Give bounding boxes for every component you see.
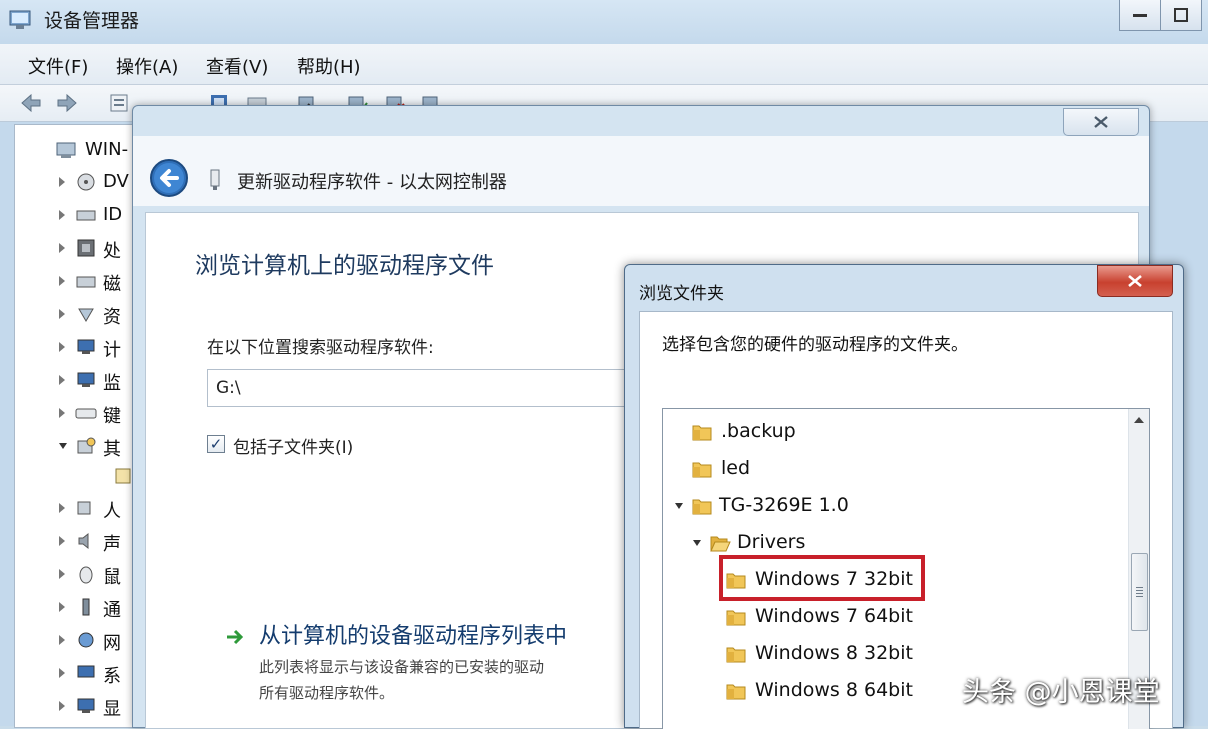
window-controls <box>1119 0 1202 31</box>
keyboard-icon <box>75 408 97 419</box>
forward-arrow-icon[interactable] <box>56 92 78 114</box>
properties-icon[interactable] <box>108 92 130 114</box>
dialog-close-button[interactable] <box>1097 265 1173 297</box>
menu-file[interactable]: 文件(F) <box>28 53 88 79</box>
include-subfolders-checkbox[interactable]: ✓ <box>207 435 225 453</box>
folder-icon <box>726 684 746 700</box>
browse-folder-dialog: 浏览文件夹 选择包含您的硬件的驱动程序的文件夹。 .backup led TG-… <box>624 264 1184 729</box>
tree-root-label: WIN- <box>85 139 129 160</box>
mouse-icon <box>79 566 93 584</box>
usb-icon <box>82 598 90 616</box>
network-adapter-icon <box>78 632 94 648</box>
maximize-icon <box>1174 8 1188 22</box>
device-manager-app-icon <box>9 10 31 29</box>
menu-help[interactable]: 帮助(H) <box>297 53 361 79</box>
close-icon <box>1128 275 1142 287</box>
close-icon <box>1094 116 1108 128</box>
watermark: 头条 @小恩课堂 <box>962 677 1160 708</box>
menu-view[interactable]: 查看(V) <box>206 53 268 79</box>
wizard-close-button[interactable] <box>1063 108 1139 136</box>
ide-controller-icon <box>76 210 96 221</box>
system-device-icon <box>78 308 94 322</box>
open-folder-icon <box>710 536 731 552</box>
scroll-up-arrow-icon[interactable] <box>1134 417 1144 423</box>
window-title: 设备管理器 <box>44 10 140 32</box>
back-arrow-icon[interactable] <box>20 92 42 114</box>
wizard-title: 更新驱动程序软件 - 以太网控制器 <box>237 172 507 193</box>
pick-from-list-description: 此列表将显示与该设备兼容的已安装的驱动 <box>259 658 545 676</box>
dialog-title: 浏览文件夹 <box>639 284 724 304</box>
minimize-icon <box>1133 14 1147 17</box>
folder-icon <box>726 647 746 663</box>
maximize-button[interactable] <box>1161 0 1202 31</box>
back-button-icon[interactable] <box>149 158 189 198</box>
disk-drive-icon <box>76 276 96 288</box>
expanded-arrow-icon[interactable] <box>693 540 701 546</box>
dialog-prompt: 选择包含您的硬件的驱动程序的文件夹。 <box>662 335 968 355</box>
display-adapter-icon <box>77 698 95 713</box>
folder-icon <box>692 425 712 441</box>
expanded-arrow-icon[interactable] <box>675 503 683 509</box>
computer-icon <box>77 339 95 354</box>
dialog-content: 选择包含您的硬件的驱动程序的文件夹。 .backup led TG-3269E … <box>639 311 1173 729</box>
search-location-label: 在以下位置搜索驱动程序软件: <box>207 338 434 358</box>
folder-icon <box>726 610 746 626</box>
menu-action[interactable]: 操作(A) <box>116 53 178 79</box>
computer-icon <box>56 142 76 158</box>
other-device-icon <box>77 437 96 454</box>
monitor-icon <box>77 372 95 387</box>
wizard-heading: 浏览计算机上的驱动程序文件 <box>195 253 494 279</box>
dvd-drive-icon <box>77 173 95 191</box>
selection-highlight-box <box>719 555 925 601</box>
include-subfolders-label[interactable]: 包括子文件夹(I) <box>233 433 353 458</box>
scrollbar-thumb[interactable] <box>1131 553 1148 631</box>
human-interface-icon <box>77 501 91 515</box>
menu-bar: 文件(F) 操作(A) 查看(V) 帮助(H) <box>0 44 1208 85</box>
green-arrow-icon <box>227 629 244 645</box>
system-icon <box>77 665 95 678</box>
folder-icon <box>692 499 712 515</box>
speaker-icon <box>78 532 89 550</box>
hardware-icon <box>210 169 220 190</box>
folder-icon <box>692 462 712 478</box>
pick-from-list-link[interactable]: 从计算机的设备驱动程序列表中 <box>259 618 619 650</box>
processor-icon <box>77 239 95 257</box>
minimize-button[interactable] <box>1119 0 1161 31</box>
pick-from-list-description-2: 所有驱动程序软件。 <box>259 684 395 702</box>
